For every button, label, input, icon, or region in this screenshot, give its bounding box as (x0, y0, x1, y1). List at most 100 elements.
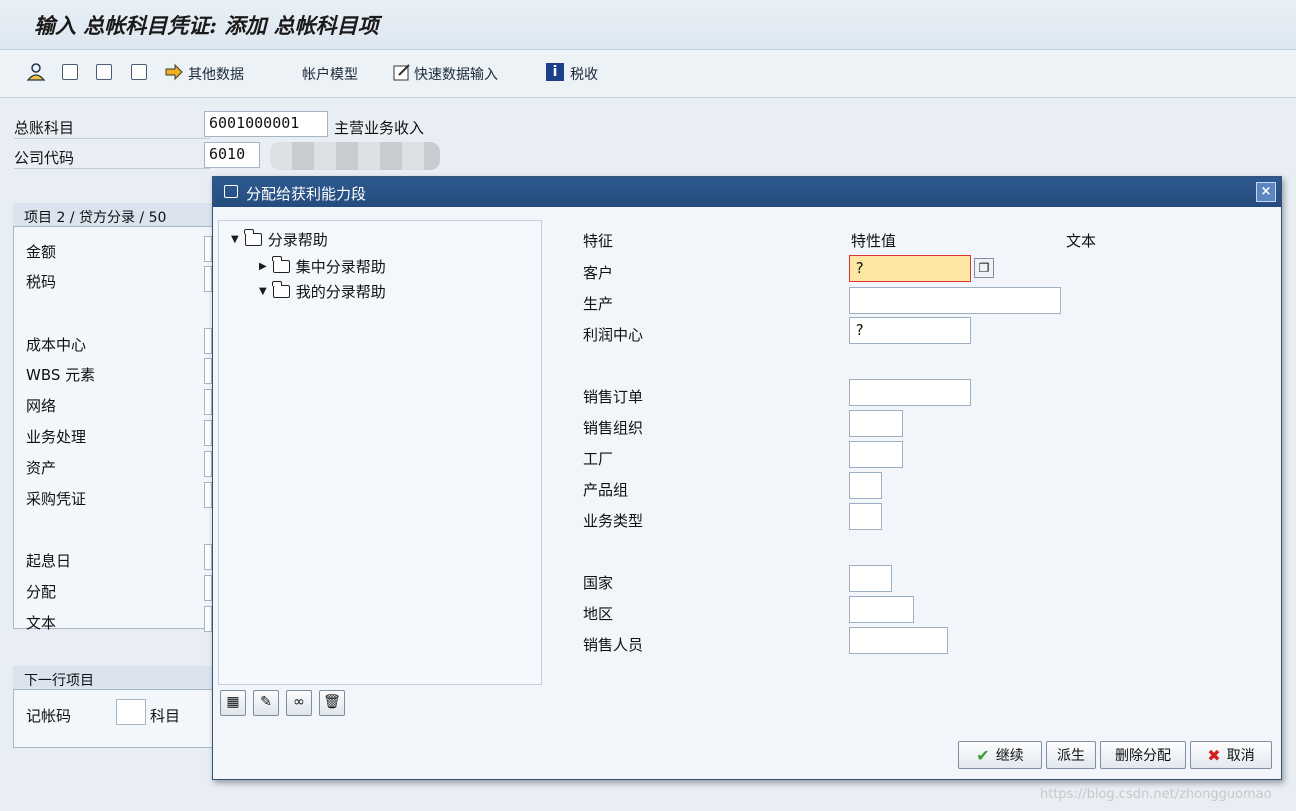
purchasing-doc-label: 采购凭证 (26, 490, 87, 508)
pencil-icon[interactable]: ✎ (253, 690, 279, 716)
sales-order-label: 销售订单 (583, 388, 644, 406)
gl-account-field[interactable]: 6001000001 (204, 111, 328, 137)
arrow-right-icon[interactable] (164, 62, 184, 82)
gl-account-description: 主营业务收入 (334, 119, 425, 137)
tree-node-label: 我的分录帮助 (295, 283, 386, 301)
edit-icon[interactable] (392, 62, 412, 82)
account-label: 科目 (150, 707, 181, 725)
folder-open-icon (244, 229, 262, 246)
account-model-button[interactable]: 帐户模型 (302, 64, 358, 84)
cancel-button[interactable]: ✖ 取消 (1190, 741, 1272, 769)
fast-entry-button[interactable]: 快速数据输入 (414, 64, 498, 84)
tree-node-root[interactable]: ▼ 分录帮助 (231, 229, 328, 250)
asset-label: 资产 (26, 459, 57, 477)
plant-label: 工厂 (583, 450, 614, 468)
business-type-label: 业务类型 (583, 512, 644, 530)
item-group-title: 项目 2 / 贷方分录 / 50 (24, 210, 167, 226)
text-field[interactable] (204, 606, 212, 632)
sales-person-input[interactable] (849, 627, 948, 654)
folder-icon (272, 256, 290, 273)
cost-center-field[interactable] (204, 328, 212, 354)
business-type-input[interactable] (849, 503, 882, 530)
country-label: 国家 (583, 574, 614, 592)
region-input[interactable] (849, 596, 914, 623)
plant-input[interactable] (849, 441, 903, 468)
tree-node-central[interactable]: ▶ 集中分录帮助 (259, 256, 386, 277)
other-data-button[interactable]: 其他数据 (188, 64, 244, 84)
sales-order-input[interactable] (849, 379, 971, 406)
delete-assignment-button[interactable]: 删除分配 (1100, 741, 1186, 769)
characteristic-header: 特征 (583, 232, 614, 250)
company-code-field[interactable]: 6010 (204, 142, 260, 168)
watermark: https://blog.csdn.net/zhongguomao (1040, 787, 1272, 802)
derive-button[interactable]: 派生 (1046, 741, 1096, 769)
purchasing-doc-field[interactable] (204, 482, 212, 508)
tree-node-mine[interactable]: ▼ 我的分录帮助 (259, 281, 386, 302)
page-title: 输入 总帐科目凭证: 添加 总帐科目项 (34, 13, 379, 38)
tax-button[interactable]: 税收 (570, 64, 598, 84)
production-input[interactable] (849, 287, 1061, 314)
assignment-field[interactable] (204, 575, 212, 601)
collapsed-icon[interactable]: ▶ (259, 261, 267, 272)
asset-field[interactable] (204, 451, 212, 477)
network-field[interactable] (204, 389, 212, 415)
sales-person-label: 销售人员 (583, 636, 644, 654)
folder-open-icon (272, 281, 290, 298)
sales-org-label: 销售组织 (583, 419, 644, 437)
product-group-label: 产品组 (583, 481, 629, 499)
document-icon[interactable] (62, 64, 78, 80)
tax-code-field[interactable] (204, 266, 212, 292)
posting-key-field[interactable] (116, 699, 146, 725)
posting-key-label: 记帐码 (26, 707, 72, 725)
continue-button[interactable]: ✔ 继续 (958, 741, 1042, 769)
dialog-title: 分配给获利能力段 (246, 185, 367, 203)
cost-center-label: 成本中心 (26, 336, 87, 354)
customer-label: 客户 (583, 264, 614, 282)
wbs-element-field[interactable] (204, 358, 212, 384)
cancel-x-icon: ✖ (1207, 745, 1221, 765)
tree-node-label: 分录帮助 (267, 231, 328, 249)
trash-icon[interactable]: 🗑 (319, 690, 345, 716)
profit-center-label: 利润中心 (583, 326, 644, 344)
production-label: 生产 (583, 295, 614, 313)
tax-code-label: 税码 (26, 273, 57, 291)
value-header: 特性值 (851, 232, 897, 250)
gl-account-label: 总账科目 (14, 119, 75, 137)
network-label: 网络 (26, 397, 57, 415)
info-icon[interactable]: i (546, 63, 564, 81)
copy-icon[interactable] (131, 64, 147, 80)
tree-node-label: 集中分录帮助 (295, 258, 386, 276)
region-label: 地区 (583, 605, 614, 623)
customer-input[interactable]: ? (849, 255, 971, 282)
dialog-title-bar (213, 177, 1281, 207)
glasses-icon[interactable]: ∞ (286, 690, 312, 716)
value-date-field[interactable] (204, 544, 212, 570)
expanded-icon[interactable]: ▼ (231, 234, 239, 245)
divider (14, 168, 210, 169)
business-process-label: 业务处理 (26, 428, 87, 446)
next-item-title: 下一行项目 (24, 673, 94, 689)
text-header: 文本 (1066, 232, 1097, 250)
person-icon[interactable] (26, 62, 46, 82)
company-code-label: 公司代码 (14, 149, 75, 167)
product-group-input[interactable] (849, 472, 882, 499)
value-help-icon[interactable]: ❐ (974, 258, 994, 278)
new-entry-icon[interactable]: ▦ (220, 690, 246, 716)
divider (14, 138, 210, 139)
blurred-area (270, 142, 440, 170)
check-icon: ✔ (976, 745, 990, 765)
business-process-field[interactable] (204, 420, 212, 446)
country-input[interactable] (849, 565, 892, 592)
text-label: 文本 (26, 614, 57, 632)
amount-label: 金额 (26, 243, 57, 261)
wbs-element-label: WBS 元素 (26, 366, 96, 384)
sales-org-input[interactable] (849, 410, 903, 437)
value-date-label: 起息日 (26, 552, 72, 570)
save-icon[interactable] (96, 64, 112, 80)
amount-field[interactable] (204, 236, 212, 262)
close-icon[interactable]: × (1256, 182, 1276, 202)
assignment-label: 分配 (26, 583, 57, 601)
dialog-title-icon (224, 185, 238, 198)
expanded-icon[interactable]: ▼ (259, 286, 267, 297)
profit-center-input[interactable]: ? (849, 317, 971, 344)
